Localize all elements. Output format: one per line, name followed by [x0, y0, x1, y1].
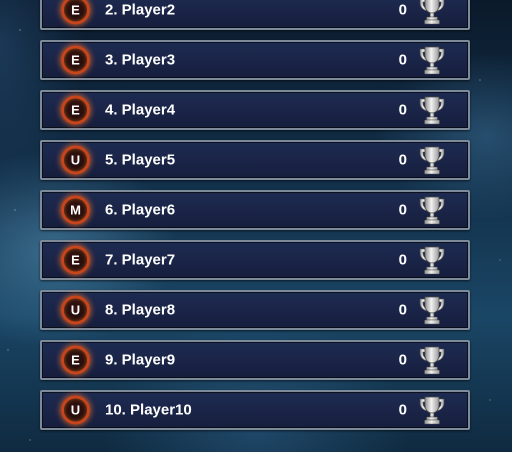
rank-badge-icon: E: [61, 0, 90, 25]
trophy-icon: [416, 0, 448, 26]
player-score: 0: [398, 401, 407, 419]
rank-badge-icon: U: [61, 295, 90, 325]
badge-letter: E: [71, 252, 80, 268]
player-name: 3. Player3: [105, 51, 176, 69]
leaderboard-row[interactable]: E 3. Player3 0: [40, 40, 470, 80]
badge-letter: M: [70, 202, 81, 218]
leaderboard-list: E 2. Player2 0 E 3. Player3 0 E 4. Playe…: [40, 0, 470, 440]
leaderboard-row[interactable]: U 5. Player5 0: [40, 140, 470, 180]
player-name: 9. Player9: [105, 351, 176, 369]
player-score: 0: [398, 251, 407, 269]
rank-badge-icon: U: [61, 395, 90, 425]
leaderboard-row[interactable]: E 2. Player2 0: [40, 0, 470, 30]
player-score: 0: [398, 51, 407, 69]
trophy-icon: [416, 44, 448, 76]
trophy-icon: [416, 194, 448, 226]
player-name: 7. Player7: [105, 251, 176, 269]
player-score: 0: [398, 1, 407, 19]
player-name: 8. Player8: [105, 301, 176, 319]
leaderboard-row[interactable]: U 10. Player10 0: [40, 390, 470, 430]
trophy-icon: [416, 144, 448, 176]
player-name: 5. Player5: [105, 151, 176, 169]
badge-letter: U: [70, 152, 81, 168]
trophy-icon: [416, 94, 448, 126]
player-name: 10. Player10: [105, 401, 192, 419]
rank-badge-icon: U: [61, 145, 90, 175]
badge-letter: E: [71, 352, 80, 368]
trophy-icon: [416, 244, 448, 276]
player-score: 0: [398, 151, 407, 169]
player-score: 0: [398, 101, 407, 119]
badge-letter: U: [70, 402, 81, 418]
badge-letter: E: [71, 52, 80, 68]
player-score: 0: [398, 201, 407, 219]
rank-badge-icon: E: [61, 245, 90, 275]
leaderboard-row[interactable]: U 8. Player8 0: [40, 290, 470, 330]
trophy-icon: [416, 294, 448, 326]
rank-badge-icon: E: [61, 345, 90, 375]
leaderboard-row[interactable]: M 6. Player6 0: [40, 190, 470, 230]
player-name: 4. Player4: [105, 101, 176, 119]
rank-badge-icon: M: [61, 195, 90, 225]
trophy-icon: [416, 344, 448, 376]
badge-letter: U: [70, 302, 81, 318]
player-score: 0: [398, 301, 407, 319]
leaderboard-row[interactable]: E 9. Player9 0: [40, 340, 470, 380]
player-name: 2. Player2: [105, 1, 176, 19]
trophy-icon: [416, 394, 448, 426]
leaderboard-row[interactable]: E 7. Player7 0: [40, 240, 470, 280]
badge-letter: E: [71, 2, 80, 18]
rank-badge-icon: E: [61, 45, 90, 75]
rank-badge-icon: E: [61, 95, 90, 125]
player-score: 0: [398, 351, 407, 369]
leaderboard-row[interactable]: E 4. Player4 0: [40, 90, 470, 130]
player-name: 6. Player6: [105, 201, 176, 219]
badge-letter: E: [71, 102, 80, 118]
